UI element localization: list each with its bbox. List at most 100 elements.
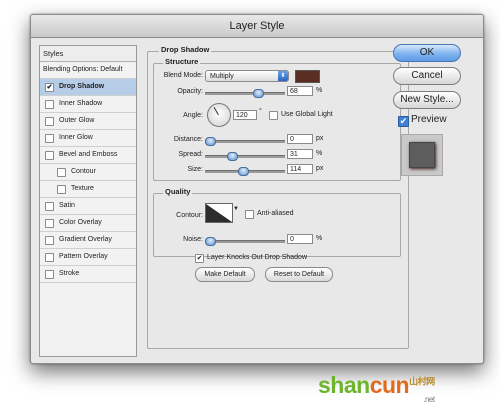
color-overlay-checkbox[interactable] [45, 219, 54, 228]
sidebar-item-blending-options[interactable]: Blending Options: Default [40, 62, 136, 79]
drop-shadow-checkbox[interactable]: ✔ [45, 83, 54, 92]
sidebar-item-label: Pattern Overlay [59, 253, 108, 260]
noise-slider-thumb[interactable] [205, 237, 216, 246]
sidebar-item-bevel-emboss[interactable]: Bevel and Emboss [40, 147, 136, 164]
distance-slider-thumb[interactable] [205, 137, 216, 146]
opacity-field[interactable]: 68 [287, 86, 313, 96]
distance-label: Distance: [173, 136, 203, 143]
preview-swatch [409, 142, 435, 168]
gradient-overlay-checkbox[interactable] [45, 236, 54, 245]
quality-title: Quality [163, 187, 193, 196]
inner-glow-checkbox[interactable] [45, 134, 54, 143]
global-light-label: Use Global Light [281, 111, 333, 118]
quality-group [153, 193, 401, 257]
knocks-out-label: Layer Knocks Out Drop Shadow [207, 254, 307, 261]
satin-checkbox[interactable] [45, 202, 54, 211]
spread-field[interactable]: 31 [287, 149, 313, 159]
outer-glow-checkbox[interactable] [45, 117, 54, 126]
angle-label: Angle: [183, 112, 203, 119]
size-slider[interactable] [205, 167, 285, 176]
knocks-out-checkbox[interactable]: ✔ [195, 254, 204, 263]
opacity-unit: % [316, 87, 323, 94]
opacity-slider[interactable] [205, 89, 285, 98]
angle-dial[interactable] [207, 103, 231, 127]
sidebar-item-gradient-overlay[interactable]: Gradient Overlay [40, 232, 136, 249]
size-field[interactable]: 114 [287, 164, 313, 174]
window-title: Layer Style [31, 15, 483, 38]
sidebar-item-label: Bevel and Emboss [59, 151, 118, 158]
size-label: Size: [187, 166, 203, 173]
sidebar-item-color-overlay[interactable]: Color Overlay [40, 215, 136, 232]
spread-slider[interactable] [205, 152, 285, 161]
opacity-label: Opacity: [177, 88, 203, 95]
sidebar-item-pattern-overlay[interactable]: Pattern Overlay [40, 249, 136, 266]
angle-field[interactable]: 120 [233, 110, 257, 120]
distance-field[interactable]: 0 [287, 134, 313, 144]
sidebar-item-label: Contour [71, 168, 96, 175]
contour-curve-icon [206, 204, 232, 222]
contour-picker[interactable] [205, 203, 233, 223]
sidebar-item-inner-shadow[interactable]: Inner Shadow [40, 96, 136, 113]
reset-default-button[interactable]: Reset to Default [265, 267, 333, 282]
structure-title: Structure [163, 57, 201, 66]
sidebar-item-contour[interactable]: Contour [40, 164, 136, 181]
contour-checkbox[interactable] [57, 168, 66, 177]
noise-field[interactable]: 0 [287, 234, 313, 244]
shadow-color-swatch[interactable] [295, 70, 320, 83]
sidebar-item-label: Gradient Overlay [59, 236, 112, 243]
inner-shadow-checkbox[interactable] [45, 100, 54, 109]
noise-unit: % [316, 235, 323, 242]
watermark-suffix: 山村网 [409, 376, 435, 387]
global-light-checkbox[interactable] [269, 111, 278, 120]
contour-label: Contour: [176, 212, 203, 219]
watermark-logo: shancun山村网 .net [318, 372, 435, 404]
sidebar-item-label: Inner Glow [59, 134, 93, 141]
watermark-part1: shan [318, 372, 370, 398]
sidebar-item-label: Color Overlay [59, 219, 102, 226]
make-default-button[interactable]: Make Default [195, 267, 255, 282]
anti-aliased-checkbox[interactable] [245, 210, 254, 219]
sidebar-item-label: Inner Shadow [59, 100, 103, 107]
sidebar-item-drop-shadow[interactable]: ✔ Drop Shadow [40, 79, 136, 96]
blend-mode-value: Multiply [210, 73, 234, 80]
blend-mode-select[interactable]: Multiply ⬍ [205, 70, 289, 82]
angle-needle [213, 106, 219, 116]
sidebar-item-label: Texture [71, 185, 94, 192]
angle-unit: ° [259, 108, 262, 115]
ok-button[interactable]: OK [393, 44, 461, 62]
spread-label: Spread: [178, 151, 203, 158]
sidebar-item-label: Stroke [59, 270, 80, 277]
stroke-checkbox[interactable] [45, 270, 54, 279]
sidebar-item-satin[interactable]: Satin [40, 198, 136, 215]
sidebar-item-outer-glow[interactable]: Outer Glow [40, 113, 136, 130]
sidebar-item-stroke[interactable]: Stroke [40, 266, 136, 283]
noise-label: Noise: [183, 236, 203, 243]
new-style-button[interactable]: New Style... [393, 91, 461, 109]
sidebar-item-label: Satin [59, 202, 75, 209]
chevron-updown-icon: ⬍ [278, 71, 288, 81]
watermark-part2: cun [369, 372, 410, 398]
distance-unit: px [316, 135, 324, 142]
preview-label: Preview [411, 114, 447, 125]
styles-header[interactable]: Styles [40, 46, 136, 62]
noise-slider[interactable] [205, 237, 285, 246]
cancel-button[interactable]: Cancel [393, 67, 461, 85]
texture-checkbox[interactable] [57, 185, 66, 194]
styles-sidebar: Styles Blending Options: Default ✔ Drop … [39, 45, 137, 357]
size-slider-thumb[interactable] [237, 167, 249, 176]
drop-shadow-title: Drop Shadow [159, 45, 212, 54]
spread-slider-thumb[interactable] [227, 152, 238, 161]
preview-thumbnail [401, 134, 443, 176]
sidebar-item-label: Drop Shadow [59, 83, 105, 90]
sidebar-item-texture[interactable]: Texture [40, 181, 136, 198]
sidebar-item-inner-glow[interactable]: Inner Glow [40, 130, 136, 147]
distance-slider[interactable] [205, 137, 285, 146]
pattern-overlay-checkbox[interactable] [45, 253, 54, 262]
preview-checkbox[interactable]: ✔ [398, 116, 409, 127]
opacity-slider-thumb[interactable] [253, 89, 265, 98]
spread-unit: % [316, 150, 323, 157]
sidebar-item-label: Outer Glow [59, 117, 95, 124]
size-unit: px [316, 165, 324, 172]
chevron-down-icon[interactable]: ▼ [233, 206, 239, 212]
bevel-emboss-checkbox[interactable] [45, 151, 54, 160]
